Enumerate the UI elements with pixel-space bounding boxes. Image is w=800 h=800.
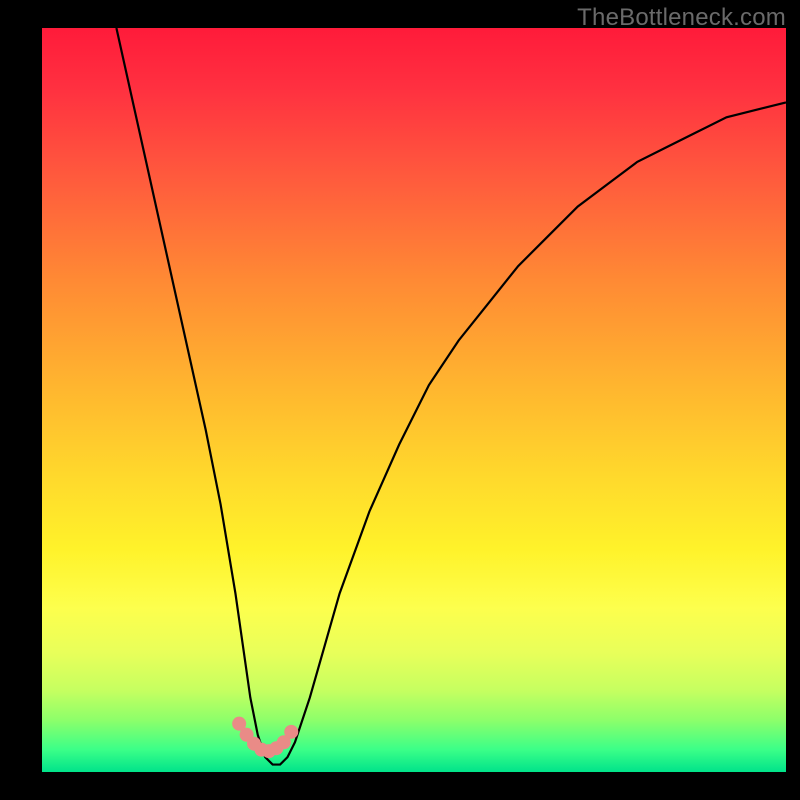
trough-markers xyxy=(232,717,298,759)
trough-marker-dot xyxy=(284,725,298,739)
bottleneck-curve-path xyxy=(116,28,786,765)
curve-svg xyxy=(42,28,786,772)
plot-area xyxy=(42,28,786,772)
chart-frame: TheBottleneck.com xyxy=(0,0,800,800)
